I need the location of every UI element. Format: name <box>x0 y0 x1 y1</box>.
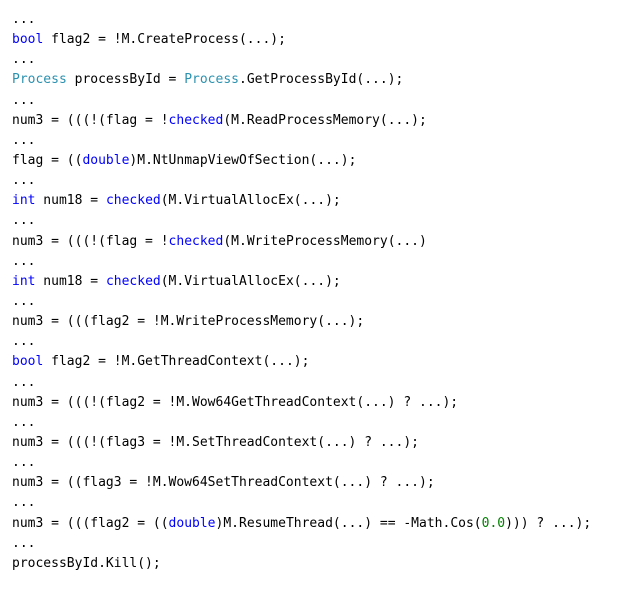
code-token: .GetProcessById(...); <box>239 72 403 87</box>
code-token-typ: Process <box>12 72 67 87</box>
code-token: ... <box>12 455 35 470</box>
code-token: num3 = ((flag3 = !M.Wow64SetThreadContex… <box>12 475 435 490</box>
code-token-fn: checked <box>169 234 224 249</box>
code-token-kw: bool <box>12 354 43 369</box>
code-token: num3 = (((!(flag2 = !M.Wow64GetThreadCon… <box>12 395 458 410</box>
code-token: num3 = (((!(flag = ! <box>12 113 169 128</box>
code-token: )M.NtUnmapViewOfSection(...); <box>129 153 356 168</box>
code-token: num3 = (((!(flag = ! <box>12 234 169 249</box>
code-token: flag2 = !M.CreateProcess(...); <box>43 32 286 47</box>
code-token: ... <box>12 254 35 269</box>
code-token-kw: int <box>12 193 35 208</box>
code-token-fn: checked <box>106 274 161 289</box>
code-token-num: 0.0 <box>482 516 505 531</box>
code-token-kw: double <box>82 153 129 168</box>
code-token: ... <box>12 12 35 27</box>
code-token-kw: int <box>12 274 35 289</box>
code-token: num18 = <box>35 274 105 289</box>
code-snippet: ... bool flag2 = !M.CreateProcess(...); … <box>0 0 629 584</box>
code-token: processById = <box>67 72 184 87</box>
code-token-fn: checked <box>169 113 224 128</box>
code-token: ... <box>12 93 35 108</box>
code-token: processById.Kill(); <box>12 556 161 571</box>
code-token: flag = (( <box>12 153 82 168</box>
code-token: ... <box>12 334 35 349</box>
code-token-kw: bool <box>12 32 43 47</box>
code-token: num3 = (((!(flag3 = !M.SetThreadContext(… <box>12 435 419 450</box>
code-token: ... <box>12 213 35 228</box>
code-token: ... <box>12 173 35 188</box>
code-token: flag2 = !M.GetThreadContext(...); <box>43 354 309 369</box>
code-token: ... <box>12 133 35 148</box>
code-token: ... <box>12 294 35 309</box>
code-token-typ: Process <box>184 72 239 87</box>
code-token: num3 = (((flag2 = (( <box>12 516 169 531</box>
code-token: num18 = <box>35 193 105 208</box>
code-token: ... <box>12 536 35 551</box>
code-token: (M.ReadProcessMemory(...); <box>223 113 427 128</box>
code-token: (M.WriteProcessMemory(...) <box>223 234 427 249</box>
code-token: (M.VirtualAllocEx(...); <box>161 193 341 208</box>
code-token: (M.VirtualAllocEx(...); <box>161 274 341 289</box>
code-token: ))) ? ...); <box>505 516 591 531</box>
code-token: ... <box>12 415 35 430</box>
code-token: ... <box>12 375 35 390</box>
code-token: ... <box>12 52 35 67</box>
code-token: )M.ResumeThread(...) == -Math.Cos( <box>216 516 482 531</box>
code-token: num3 = (((flag2 = !M.WriteProcessMemory(… <box>12 314 364 329</box>
code-token-fn: checked <box>106 193 161 208</box>
code-token-kw: double <box>169 516 216 531</box>
code-token: ... <box>12 495 35 510</box>
